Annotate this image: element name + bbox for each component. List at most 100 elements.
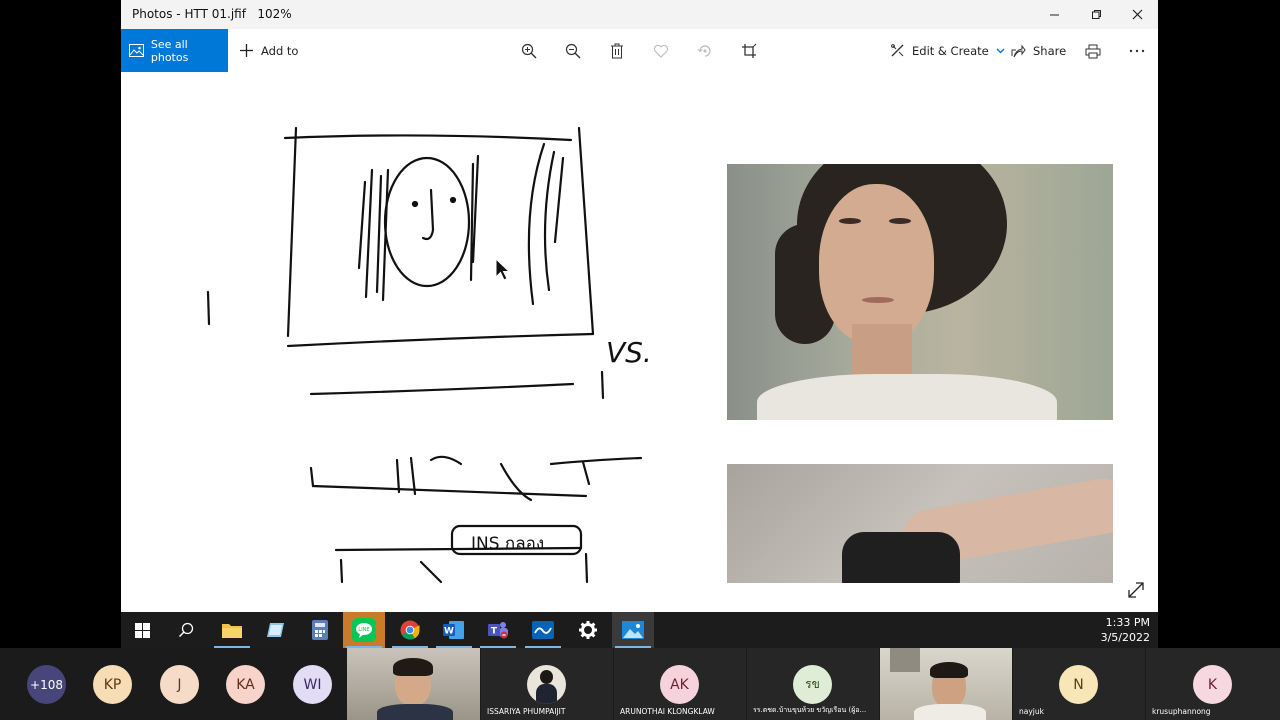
print-button[interactable] <box>1082 40 1104 62</box>
avatar-initials: KP <box>103 676 122 693</box>
crop-button[interactable] <box>738 40 760 62</box>
system-clock[interactable]: 1:33 PM 3/5/2022 <box>1101 615 1150 645</box>
vs-text: VS. <box>606 336 652 369</box>
participant-tile-arunothai[interactable]: AK ARUNOTHAI KLONGKLAW <box>614 648 746 720</box>
ins-text: INS กลอง <box>471 534 544 554</box>
avatar-initials: KA <box>236 676 255 693</box>
avatar: K <box>1193 665 1232 704</box>
gear-icon <box>579 621 597 639</box>
favorite-button[interactable] <box>650 40 672 62</box>
zoom-out-button[interactable] <box>562 40 584 62</box>
participant-tile-issariya[interactable]: ISSARIYA PHUMPAIJIT <box>481 648 613 720</box>
avatar[interactable]: J <box>160 665 199 704</box>
chrome-icon <box>400 620 420 640</box>
svg-text:T: T <box>491 627 498 637</box>
minimize-icon <box>1049 14 1059 16</box>
storyboard-sketch: VS. INS กลอง <box>206 126 652 584</box>
participant-video-tile[interactable] <box>880 648 1012 720</box>
zoom-level: 102% <box>257 7 292 21</box>
maximize-button[interactable] <box>1076 0 1116 29</box>
search-button[interactable] <box>165 612 207 648</box>
start-button[interactable] <box>121 612 163 648</box>
calculator-icon <box>312 620 328 640</box>
participant-name: krusuphannong <box>1152 707 1211 716</box>
participant-tile-nayjuk[interactable]: N nayjuk <box>1013 648 1145 720</box>
taskbar: LINE W T 1:33 PM 3/5/2022 <box>121 612 1158 648</box>
crop-icon <box>742 43 757 58</box>
avatar-initials: WI <box>303 676 322 693</box>
image-canvas: VS. INS กลอง <box>121 72 1158 612</box>
participants-strip: +108 KP J KA WI ISSARIYA PHUMPAIJIT AK A… <box>0 648 1280 720</box>
film-still-hand <box>727 464 1113 583</box>
taskbar-settings[interactable] <box>567 612 609 648</box>
close-button[interactable] <box>1117 0 1157 29</box>
minimize-button[interactable] <box>1034 0 1074 29</box>
taskbar-whiteboard[interactable] <box>522 612 564 648</box>
edit-create-button[interactable]: Edit & Create <box>890 29 1005 72</box>
windows-logo-icon <box>134 622 150 638</box>
taskbar-calculator[interactable] <box>299 612 341 648</box>
more-options-button[interactable] <box>1126 40 1148 62</box>
svg-text:LINE: LINE <box>358 627 369 633</box>
film-still-portrait <box>727 164 1113 420</box>
svg-text:W: W <box>444 627 454 637</box>
title-bar: Photos - HTT 01.jfif 102% <box>121 0 1158 29</box>
clock-date: 3/5/2022 <box>1100 631 1150 644</box>
see-all-photos-button[interactable]: See all photos <box>121 29 228 72</box>
clock-time: 1:33 PM <box>1105 616 1150 629</box>
participant-name: nayjuk <box>1019 707 1044 716</box>
line-app-icon: LINE <box>352 618 376 642</box>
more-icon <box>1129 49 1145 53</box>
share-button[interactable]: Share <box>1011 29 1066 72</box>
window-title: Photos - HTT 01.jfif 102% <box>132 7 292 21</box>
notes-icon <box>267 623 284 637</box>
participant-tile-krusuphannong[interactable]: K krusuphannong <box>1146 648 1280 720</box>
participant-name: ARUNOTHAI KLONGKLAW <box>620 707 715 716</box>
zoom-in-icon <box>521 43 537 59</box>
avatar-initials: K <box>1207 676 1218 693</box>
add-to-label: Add to <box>261 43 299 58</box>
avatar-initials: J <box>177 676 182 693</box>
print-icon <box>1085 44 1101 58</box>
taskbar-notes-app[interactable] <box>255 612 297 648</box>
avatar-initials: AK <box>670 676 689 693</box>
taskbar-teams[interactable]: T <box>477 612 519 648</box>
window-title-text: Photos - HTT 01.jfif <box>132 7 246 21</box>
more-participants-badge[interactable]: +108 <box>27 665 66 704</box>
more-participants-count: +108 <box>30 677 63 692</box>
teams-icon: T <box>488 622 508 639</box>
taskbar-file-explorer[interactable] <box>211 612 253 648</box>
mouse-cursor-icon <box>495 258 511 281</box>
rotate-icon <box>697 45 711 57</box>
plus-icon <box>240 44 253 57</box>
photos-icon <box>129 44 144 57</box>
word-icon: W <box>443 621 464 639</box>
toolbar: See all photos Add to Edit & Create Shar… <box>121 29 1158 72</box>
avatar-initials: รข <box>805 677 820 691</box>
taskbar-chrome[interactable] <box>389 612 431 648</box>
participant-name: ISSARIYA PHUMPAIJIT <box>487 707 566 716</box>
taskbar-word[interactable]: W <box>433 612 475 648</box>
taskbar-photos[interactable] <box>612 612 654 648</box>
close-icon <box>1132 9 1142 20</box>
avatar[interactable]: KA <box>226 665 265 704</box>
participant-video-tile[interactable] <box>347 648 480 720</box>
rotate-button[interactable] <box>694 40 716 62</box>
add-to-button[interactable]: Add to <box>239 29 298 72</box>
avatar: AK <box>660 665 699 704</box>
participant-tile-school[interactable]: รข รร.ตชด.บ้านขุนห้วย ขวัญเรือน (ผู้อ... <box>747 648 879 720</box>
delete-button[interactable] <box>606 40 628 62</box>
search-icon <box>178 622 194 638</box>
edit-create-icon <box>891 44 904 57</box>
avatar[interactable]: WI <box>293 665 332 704</box>
chevron-down-icon <box>996 48 1005 53</box>
taskbar-line[interactable]: LINE <box>343 612 385 648</box>
fullscreen-icon[interactable] <box>1127 581 1145 599</box>
zoom-in-button[interactable] <box>518 40 540 62</box>
photos-window: Photos - HTT 01.jfif 102% See all photos… <box>121 0 1158 612</box>
avatar-initials: N <box>1073 676 1084 693</box>
share-icon <box>1011 44 1026 57</box>
trash-icon <box>611 43 623 59</box>
edit-create-label: Edit & Create <box>912 43 989 58</box>
avatar[interactable]: KP <box>93 665 132 704</box>
